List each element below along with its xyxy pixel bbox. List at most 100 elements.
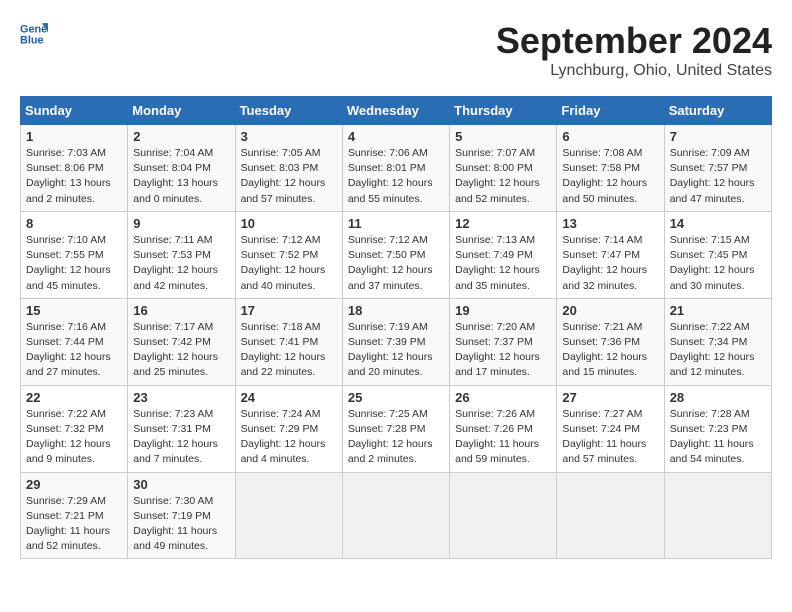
calendar-cell — [235, 472, 342, 559]
day-info: Sunrise: 7:12 AMSunset: 7:50 PMDaylight:… — [348, 234, 433, 292]
calendar-week-1: 1 Sunrise: 7:03 AMSunset: 8:06 PMDaylight… — [21, 125, 772, 212]
day-number: 1 — [26, 129, 122, 144]
day-info: Sunrise: 7:03 AMSunset: 8:06 PMDaylight:… — [26, 147, 111, 205]
day-number: 5 — [455, 129, 551, 144]
calendar-cell: 24 Sunrise: 7:24 AMSunset: 7:29 PMDayligh… — [235, 385, 342, 472]
day-info: Sunrise: 7:04 AMSunset: 8:04 PMDaylight:… — [133, 147, 218, 205]
calendar-cell: 6Sunrise: 7:08 AMSunset: 7:58 PMDaylight… — [557, 125, 664, 212]
day-info: Sunrise: 7:06 AMSunset: 8:01 PMDaylight:… — [348, 147, 433, 205]
day-info: Sunrise: 7:26 AMSunset: 7:26 PMDaylight:… — [455, 408, 539, 466]
weekday-header-thursday: Thursday — [450, 97, 557, 125]
weekday-header-sunday: Sunday — [21, 97, 128, 125]
day-number: 18 — [348, 303, 444, 318]
calendar-cell: 25 Sunrise: 7:25 AMSunset: 7:28 PMDayligh… — [342, 385, 449, 472]
weekday-header-tuesday: Tuesday — [235, 97, 342, 125]
day-info: Sunrise: 7:14 AMSunset: 7:47 PMDaylight:… — [562, 234, 647, 292]
day-number: 10 — [241, 216, 337, 231]
calendar-table: SundayMondayTuesdayWednesdayThursdayFrid… — [20, 96, 772, 559]
day-info: Sunrise: 7:16 AMSunset: 7:44 PMDaylight:… — [26, 321, 111, 379]
day-info: Sunrise: 7:17 AMSunset: 7:42 PMDaylight:… — [133, 321, 218, 379]
calendar-cell: 1 Sunrise: 7:03 AMSunset: 8:06 PMDaylight… — [21, 125, 128, 212]
day-number: 20 — [562, 303, 658, 318]
day-number: 21 — [670, 303, 766, 318]
calendar-cell — [664, 472, 771, 559]
calendar-cell: 22 Sunrise: 7:22 AMSunset: 7:32 PMDayligh… — [21, 385, 128, 472]
day-info: Sunrise: 7:27 AMSunset: 7:24 PMDaylight:… — [562, 408, 646, 466]
calendar-cell: 16Sunrise: 7:17 AMSunset: 7:42 PMDayligh… — [128, 298, 235, 385]
weekday-header-wednesday: Wednesday — [342, 97, 449, 125]
calendar-cell: 2 Sunrise: 7:04 AMSunset: 8:04 PMDaylight… — [128, 125, 235, 212]
calendar-cell: 13 Sunrise: 7:14 AMSunset: 7:47 PMDayligh… — [557, 211, 664, 298]
day-number: 19 — [455, 303, 551, 318]
calendar-cell: 29 Sunrise: 7:29 AMSunset: 7:21 PMDayligh… — [21, 472, 128, 559]
calendar-week-5: 29 Sunrise: 7:29 AMSunset: 7:21 PMDayligh… — [21, 472, 772, 559]
calendar-cell: 23 Sunrise: 7:23 AMSunset: 7:31 PMDayligh… — [128, 385, 235, 472]
day-info: Sunrise: 7:22 AMSunset: 7:34 PMDaylight:… — [670, 321, 755, 379]
calendar-cell: 10 Sunrise: 7:12 AMSunset: 7:52 PMDayligh… — [235, 211, 342, 298]
weekday-header-saturday: Saturday — [664, 97, 771, 125]
month-title: September 2024 — [496, 20, 772, 62]
day-info: Sunrise: 7:30 AMSunset: 7:19 PMDaylight:… — [133, 495, 217, 553]
day-number: 15 — [26, 303, 122, 318]
calendar-cell: 12 Sunrise: 7:13 AMSunset: 7:49 PMDayligh… — [450, 211, 557, 298]
day-info: Sunrise: 7:18 AMSunset: 7:41 PMDaylight:… — [241, 321, 326, 379]
calendar-cell: 8 Sunrise: 7:10 AMSunset: 7:55 PMDaylight… — [21, 211, 128, 298]
calendar-cell: 11 Sunrise: 7:12 AMSunset: 7:50 PMDayligh… — [342, 211, 449, 298]
page-header: General Blue General Blue September 2024… — [20, 20, 772, 80]
day-number: 6 — [562, 129, 658, 144]
day-info: Sunrise: 7:19 AMSunset: 7:39 PMDaylight:… — [348, 321, 433, 379]
day-number: 22 — [26, 390, 122, 405]
day-number: 30 — [133, 477, 229, 492]
day-number: 3 — [241, 129, 337, 144]
day-info: Sunrise: 7:20 AMSunset: 7:37 PMDaylight:… — [455, 321, 540, 379]
logo-icon: General Blue — [20, 20, 48, 48]
calendar-cell: 30 Sunrise: 7:30 AMSunset: 7:19 PMDayligh… — [128, 472, 235, 559]
day-info: Sunrise: 7:22 AMSunset: 7:32 PMDaylight:… — [26, 408, 111, 466]
svg-text:Blue: Blue — [20, 34, 44, 46]
day-number: 4 — [348, 129, 444, 144]
day-number: 8 — [26, 216, 122, 231]
day-number: 17 — [241, 303, 337, 318]
day-info: Sunrise: 7:24 AMSunset: 7:29 PMDaylight:… — [241, 408, 326, 466]
day-number: 28 — [670, 390, 766, 405]
weekday-header-friday: Friday — [557, 97, 664, 125]
calendar-week-3: 15 Sunrise: 7:16 AMSunset: 7:44 PMDayligh… — [21, 298, 772, 385]
day-info: Sunrise: 7:23 AMSunset: 7:31 PMDaylight:… — [133, 408, 218, 466]
day-number: 11 — [348, 216, 444, 231]
day-number: 29 — [26, 477, 122, 492]
day-number: 2 — [133, 129, 229, 144]
calendar-cell: 26 Sunrise: 7:26 AMSunset: 7:26 PMDayligh… — [450, 385, 557, 472]
calendar-header-row: SundayMondayTuesdayWednesdayThursdayFrid… — [21, 97, 772, 125]
day-info: Sunrise: 7:10 AMSunset: 7:55 PMDaylight:… — [26, 234, 111, 292]
calendar-week-4: 22 Sunrise: 7:22 AMSunset: 7:32 PMDayligh… — [21, 385, 772, 472]
day-number: 7 — [670, 129, 766, 144]
day-number: 12 — [455, 216, 551, 231]
day-number: 24 — [241, 390, 337, 405]
day-info: Sunrise: 7:13 AMSunset: 7:49 PMDaylight:… — [455, 234, 540, 292]
calendar-cell — [342, 472, 449, 559]
day-info: Sunrise: 7:29 AMSunset: 7:21 PMDaylight:… — [26, 495, 110, 553]
calendar-cell: 21 Sunrise: 7:22 AMSunset: 7:34 PMDayligh… — [664, 298, 771, 385]
day-info: Sunrise: 7:15 AMSunset: 7:45 PMDaylight:… — [670, 234, 755, 292]
day-number: 25 — [348, 390, 444, 405]
day-number: 26 — [455, 390, 551, 405]
day-info: Sunrise: 7:05 AMSunset: 8:03 PMDaylight:… — [241, 147, 326, 205]
day-info: Sunrise: 7:07 AMSunset: 8:00 PMDaylight:… — [455, 147, 540, 205]
day-number: 13 — [562, 216, 658, 231]
day-number: 27 — [562, 390, 658, 405]
calendar-week-2: 8 Sunrise: 7:10 AMSunset: 7:55 PMDaylight… — [21, 211, 772, 298]
calendar-cell: 28Sunrise: 7:28 AMSunset: 7:23 PMDayligh… — [664, 385, 771, 472]
day-info: Sunrise: 7:11 AMSunset: 7:53 PMDaylight:… — [133, 234, 218, 292]
calendar-cell — [450, 472, 557, 559]
calendar-cell: 17 Sunrise: 7:18 AMSunset: 7:41 PMDayligh… — [235, 298, 342, 385]
calendar-cell: 4 Sunrise: 7:06 AMSunset: 8:01 PMDaylight… — [342, 125, 449, 212]
day-info: Sunrise: 7:25 AMSunset: 7:28 PMDaylight:… — [348, 408, 433, 466]
day-number: 23 — [133, 390, 229, 405]
weekday-header-monday: Monday — [128, 97, 235, 125]
calendar-cell: 5 Sunrise: 7:07 AMSunset: 8:00 PMDaylight… — [450, 125, 557, 212]
calendar-cell: 9Sunrise: 7:11 AMSunset: 7:53 PMDaylight… — [128, 211, 235, 298]
location-subtitle: Lynchburg, Ohio, United States — [496, 62, 772, 80]
calendar-body: 1 Sunrise: 7:03 AMSunset: 8:06 PMDaylight… — [21, 125, 772, 559]
day-info: Sunrise: 7:12 AMSunset: 7:52 PMDaylight:… — [241, 234, 326, 292]
calendar-cell: 15 Sunrise: 7:16 AMSunset: 7:44 PMDayligh… — [21, 298, 128, 385]
